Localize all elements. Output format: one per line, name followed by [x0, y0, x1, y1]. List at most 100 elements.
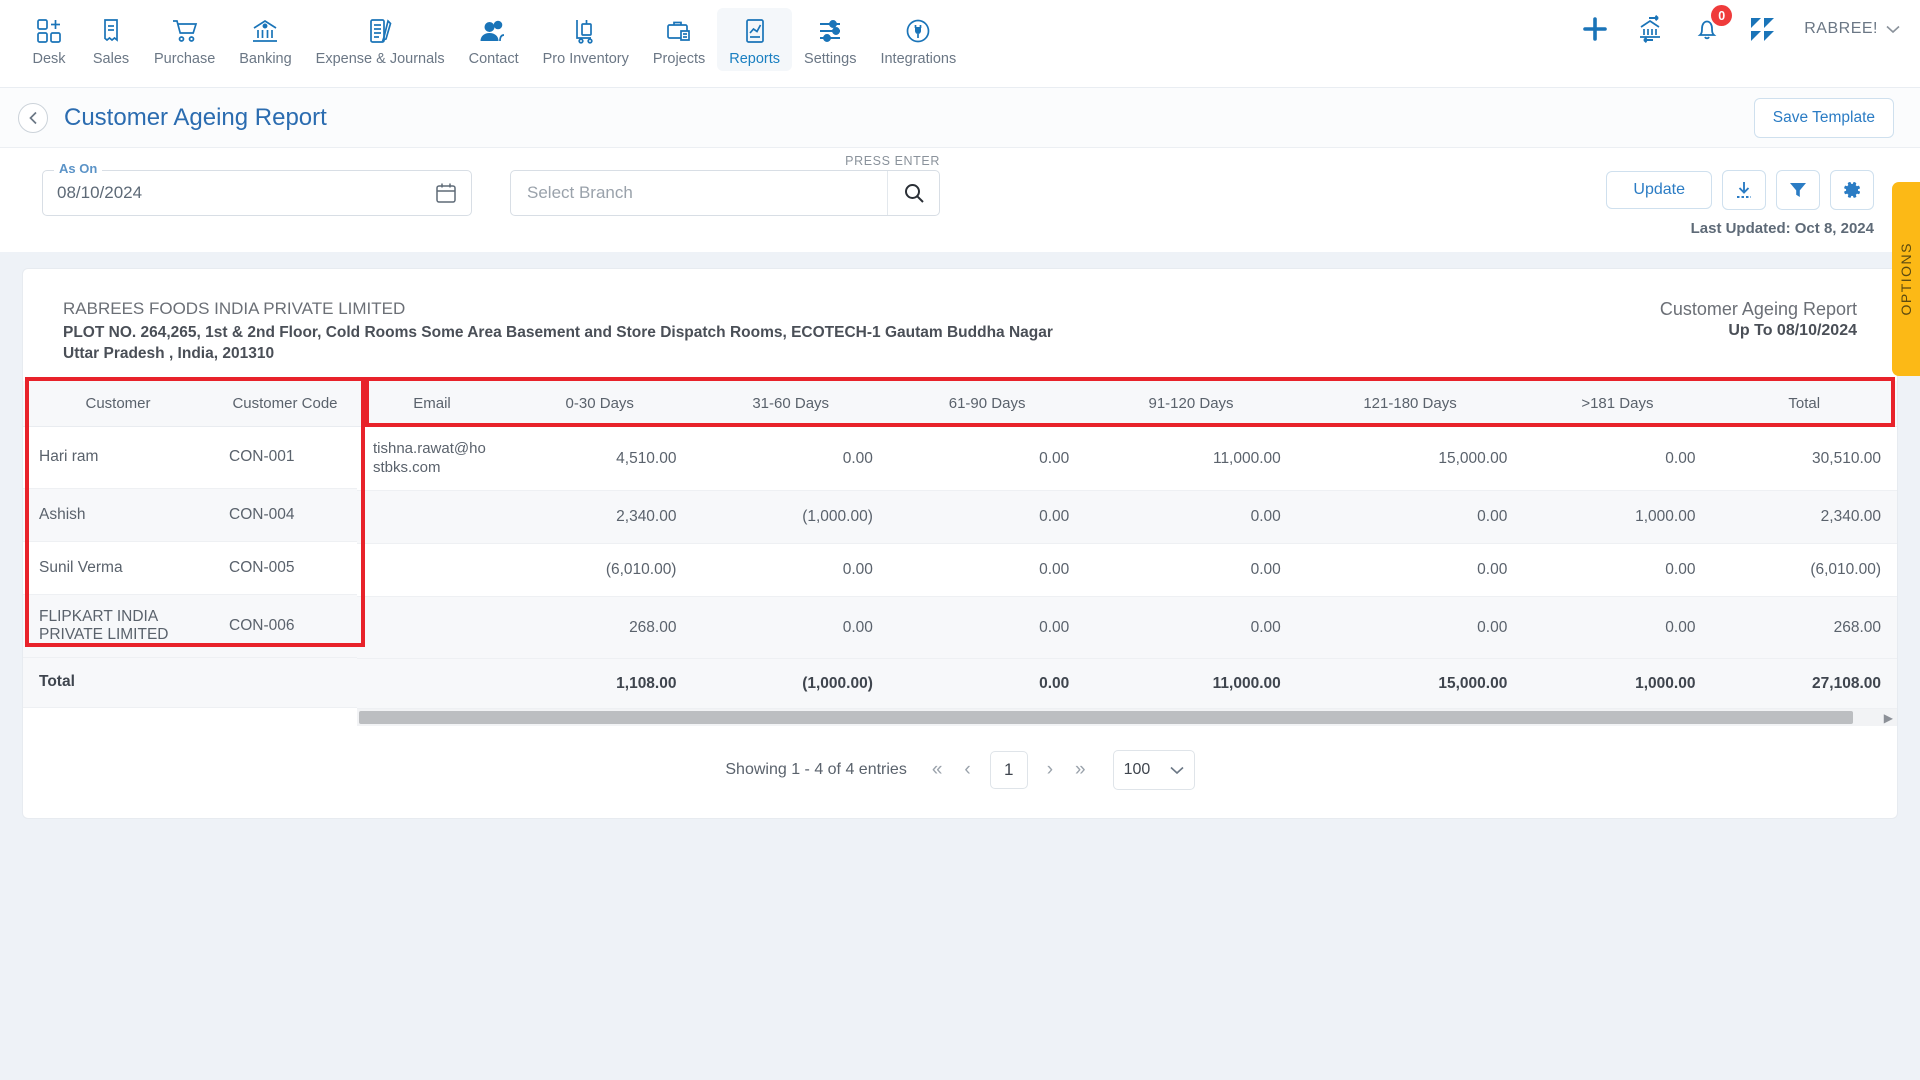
nav-item-contact[interactable]: Contact [457, 8, 531, 71]
cell-91-120-days: 0.00 [1085, 490, 1297, 545]
nav-item-reports[interactable]: Reports [717, 8, 793, 71]
nav-item-settings[interactable]: Settings [792, 8, 868, 71]
column-header-total[interactable]: Total [1711, 380, 1897, 427]
table-row[interactable]: 268.00 0.00 0.00 0.00 0.00 0.00 268.00 [357, 596, 1897, 660]
cell-0-30-days: 2,340.00 [507, 490, 693, 545]
cell-31-60-days: 0.00 [692, 596, 889, 660]
as-on-field[interactable]: As On 08/10/2024 [42, 161, 472, 216]
user-account-menu[interactable]: RABREE! [1804, 20, 1900, 38]
notification-count-badge: 0 [1711, 5, 1733, 26]
column-header-31-60-days[interactable]: 31-60 Days [692, 380, 889, 427]
notification-bell-button[interactable]: 0 [1692, 5, 1733, 44]
branch-search-button[interactable] [887, 171, 939, 215]
table-row[interactable]: 2,340.00 (1,000.00) 0.00 0.00 0.00 1,000… [357, 490, 1897, 545]
back-chevron-icon [28, 111, 37, 124]
save-template-button[interactable]: Save Template [1753, 97, 1894, 138]
settings-button[interactable] [1830, 170, 1874, 210]
first-page-icon[interactable]: « [929, 759, 946, 781]
table-row[interactable]: Ashish CON-004 [23, 488, 357, 542]
update-button[interactable]: Update [1606, 171, 1712, 209]
table-row[interactable]: Hari ram CON-001 [23, 426, 357, 489]
table-row[interactable]: tishna.rawat@hostbks.com 4,510.00 0.00 0… [357, 426, 1897, 492]
column-header-91-120-days[interactable]: 91-120 Days [1085, 380, 1297, 427]
cell-total-label: Total [23, 657, 213, 708]
column-header-customer-code[interactable]: Customer Code [213, 380, 357, 427]
column-header-61-90-days[interactable]: 61-90 Days [888, 380, 1086, 427]
back-button[interactable] [18, 102, 48, 133]
scrollable-columns: Email 0-30 Days 31-60 Days 61-90 Days 91… [357, 380, 1897, 710]
frozen-columns: Customer Customer Code Hari ram CON-001 … [23, 380, 357, 710]
column-header-0-30-days[interactable]: 0-30 Days [507, 380, 693, 427]
report-subtitle: Up To 08/10/2024 [1728, 322, 1857, 339]
organization-name: RABREES FOODS INDIA PRIVATE LIMITED [63, 299, 406, 318]
top-navigation-bar: Desk Sales Purchase Banking Expense & Jo… [0, 0, 1920, 88]
frozen-table: Customer Customer Code Hari ram CON-001 … [23, 380, 357, 708]
cell-181-plus-days: 1,000.00 [1523, 490, 1712, 545]
nav-item-sales[interactable]: Sales [80, 8, 142, 71]
nav-label: Sales [92, 51, 130, 67]
filter-bar: As On 08/10/2024 PRESS ENTER Select Bran… [0, 148, 1920, 252]
column-header-email[interactable]: Email [357, 380, 507, 427]
search-icon [904, 184, 924, 203]
cell-121-180-days: 15,000.00 [1296, 426, 1524, 492]
cell-total-email [357, 658, 507, 710]
cell-31-60-days: 0.00 [692, 426, 889, 492]
last-updated-label: Last Updated: Oct 8, 2024 [1690, 220, 1874, 237]
download-button[interactable] [1722, 170, 1766, 210]
horizontal-scrollbar-thumb[interactable] [359, 711, 1853, 725]
nav-label: Projects [652, 51, 706, 67]
nav-items-container: Desk Sales Purchase Banking Expense & Jo… [18, 8, 968, 71]
nav-item-banking[interactable]: Banking [227, 8, 303, 71]
cell-91-120-days: 11,000.00 [1085, 426, 1297, 492]
table-row[interactable]: Sunil Verma CON-005 [23, 541, 357, 595]
cell-total-total: 27,108.00 [1711, 658, 1897, 710]
column-header-121-180-days[interactable]: 121-180 Days [1296, 380, 1524, 427]
nav-item-expense-journals[interactable]: Expense & Journals [304, 8, 457, 71]
contact-people-icon [479, 14, 509, 48]
cell-0-30-days: 4,510.00 [507, 426, 693, 492]
page-size-select[interactable]: 100 [1112, 750, 1195, 791]
nav-label: Expense & Journals [315, 51, 445, 67]
last-page-icon[interactable]: » [1072, 759, 1089, 781]
next-page-icon[interactable]: › [1044, 759, 1056, 781]
cell-total-code [213, 657, 357, 708]
branch-input-box[interactable] [510, 170, 940, 216]
calendar-icon[interactable] [435, 182, 457, 204]
filter-buttons-row: Update [1606, 170, 1874, 210]
column-header-181-plus-days[interactable]: >181 Days [1523, 380, 1712, 427]
nav-item-integrations[interactable]: Integrations [868, 8, 968, 71]
cell-61-90-days: 0.00 [888, 426, 1086, 492]
bank-transfer-icon[interactable] [1636, 15, 1666, 43]
select-branch-input[interactable] [511, 171, 887, 215]
desk-icon [35, 14, 63, 48]
purchase-cart-icon [170, 14, 200, 48]
column-header-customer[interactable]: Customer [23, 380, 213, 427]
chevron-down-icon [1170, 766, 1184, 774]
frozen-table-head: Customer Customer Code [23, 380, 357, 427]
as-on-input-box[interactable]: 08/10/2024 [42, 170, 472, 216]
journal-icon [366, 14, 394, 48]
table-header-row: Email 0-30 Days 31-60 Days 61-90 Days 91… [357, 380, 1897, 427]
cell-customer-code: CON-004 [213, 488, 357, 542]
scroll-right-arrow-icon[interactable]: ▶ [1884, 711, 1893, 725]
prev-page-icon[interactable]: ‹ [961, 759, 973, 781]
cell-91-120-days: 0.00 [1085, 596, 1297, 660]
nav-item-pro-inventory[interactable]: Pro Inventory [531, 8, 641, 71]
cell-total: 30,510.00 [1711, 426, 1897, 492]
nav-item-projects[interactable]: Projects [641, 8, 717, 71]
table-total-row: 1,108.00 (1,000.00) 0.00 11,000.00 15,00… [357, 658, 1897, 710]
apps-grid-button[interactable] [1748, 15, 1778, 43]
filter-button[interactable] [1776, 170, 1820, 210]
table-row[interactable]: FLIPKART INDIA PRIVATE LIMITED CON-006 [23, 594, 357, 658]
page-number-1[interactable]: 1 [989, 751, 1028, 790]
funnel-filter-icon [1790, 183, 1806, 197]
horizontal-scrollbar[interactable]: ▶ [357, 709, 1897, 727]
table-row[interactable]: (6,010.00) 0.00 0.00 0.00 0.00 0.00 (6,0… [357, 543, 1897, 598]
user-name-label: RABREE! [1804, 20, 1878, 37]
add-new-button[interactable] [1580, 14, 1610, 44]
inventory-trolley-icon [572, 14, 600, 48]
showing-entries-label: Showing 1 - 4 of 4 entries [725, 761, 907, 779]
options-side-tab[interactable]: OPTIONS [1892, 182, 1920, 376]
nav-item-desk[interactable]: Desk [18, 8, 80, 71]
nav-item-purchase[interactable]: Purchase [142, 8, 227, 71]
